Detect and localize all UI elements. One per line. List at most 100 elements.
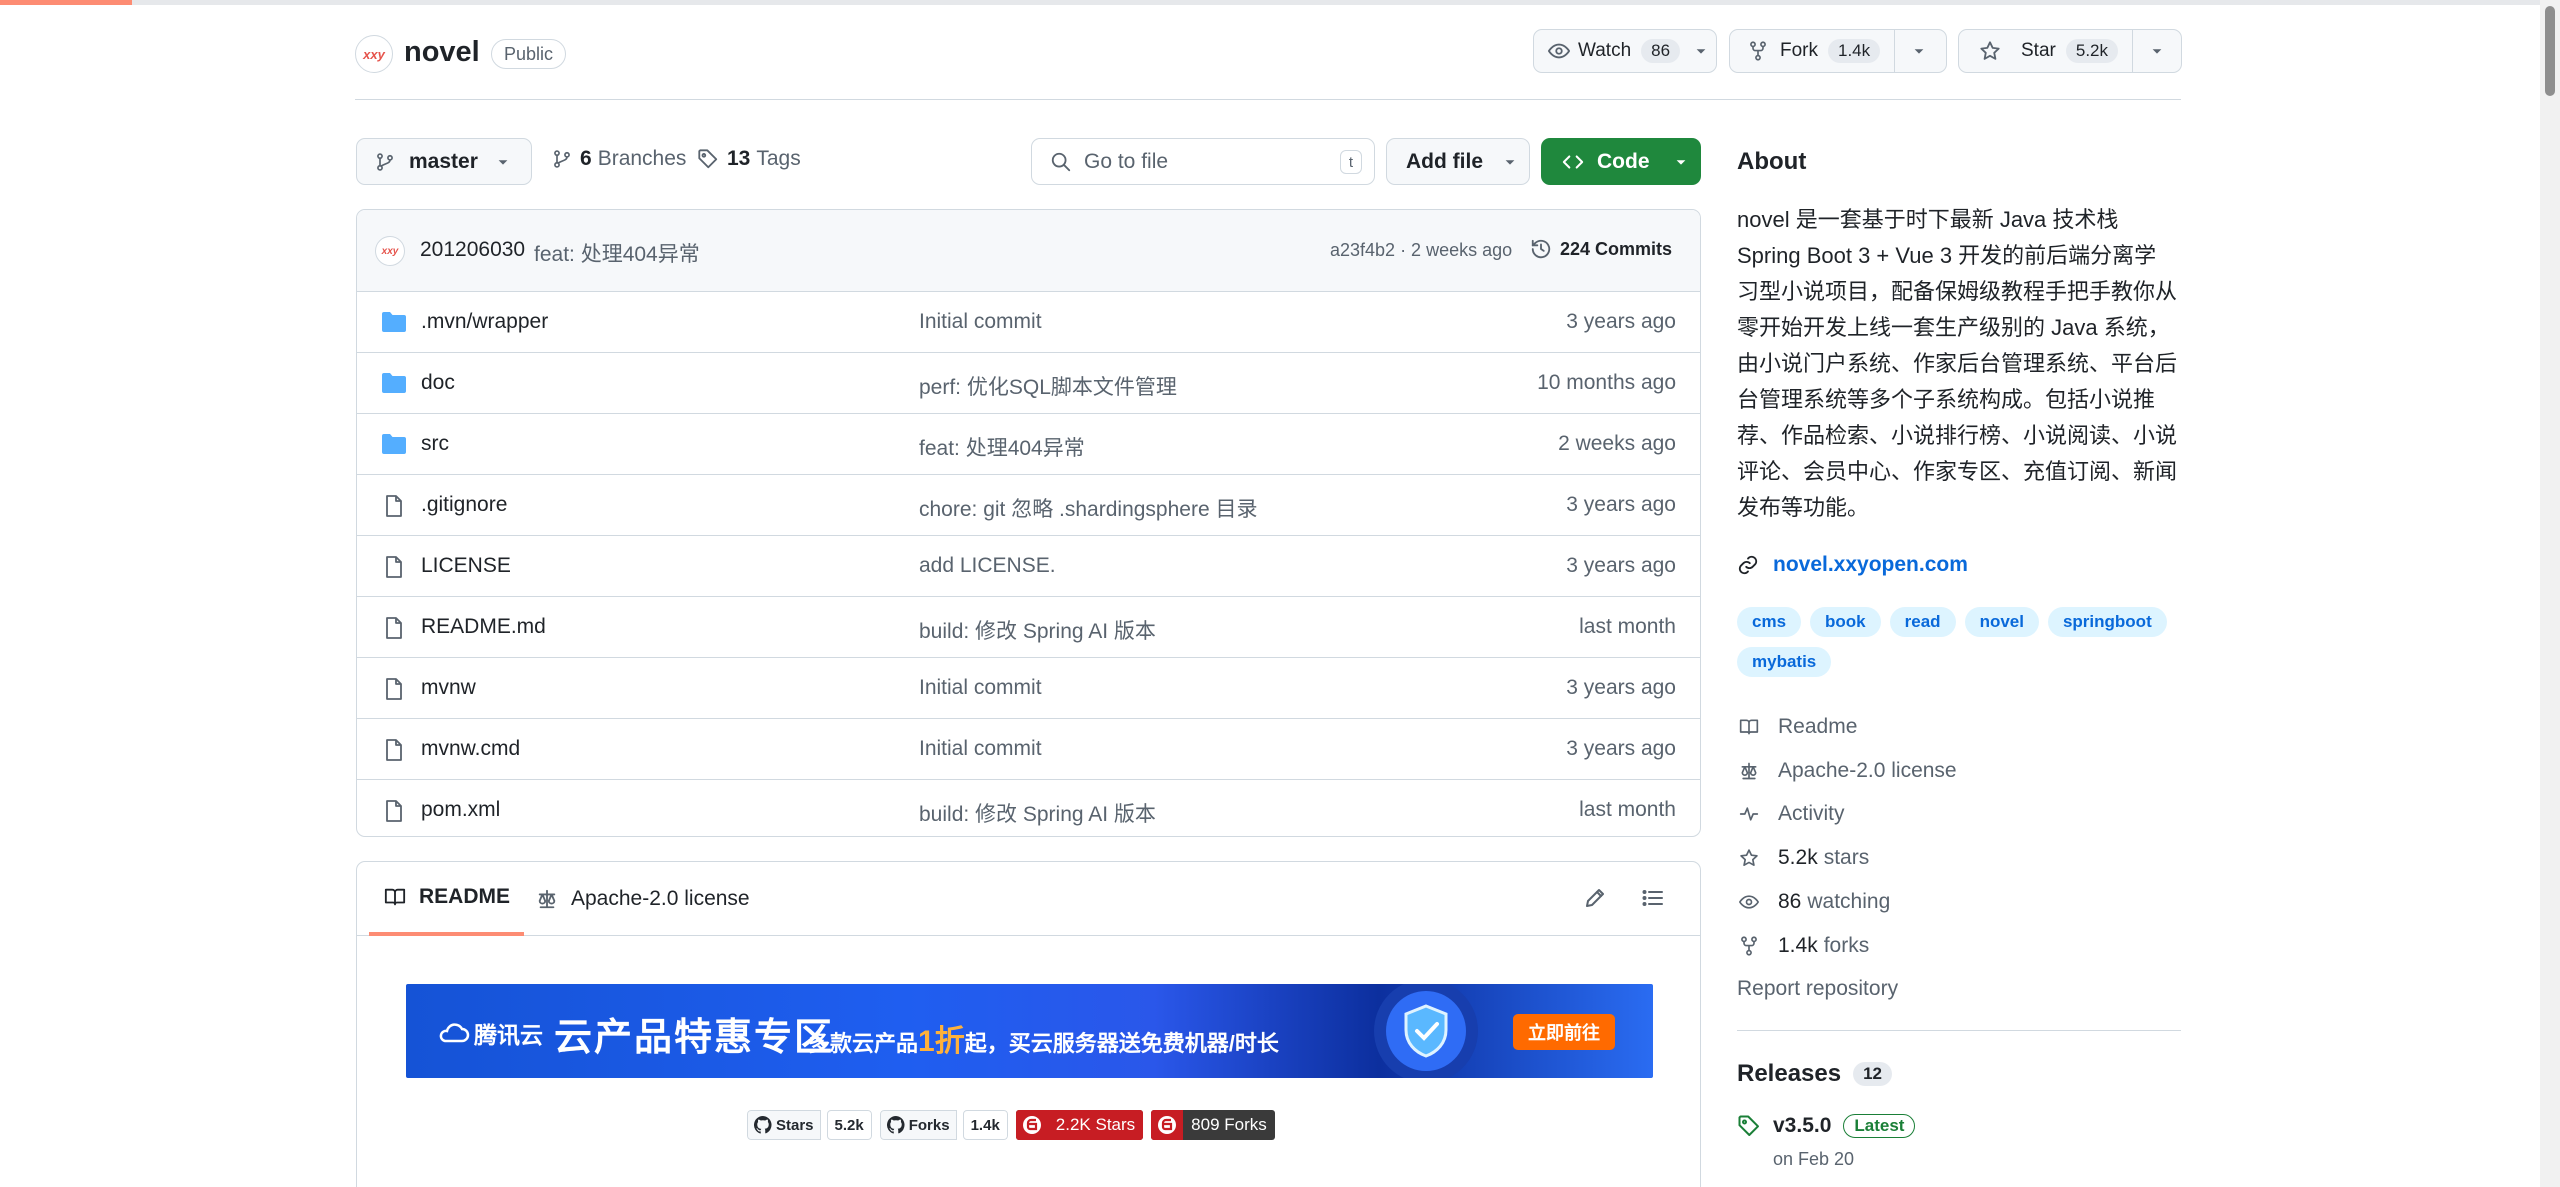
file-commit-time: 3 years ago bbox=[1566, 310, 1676, 333]
chevron-down-icon[interactable] bbox=[1694, 44, 1708, 58]
file-name[interactable]: src bbox=[421, 432, 449, 456]
file-icon bbox=[381, 738, 407, 762]
file-row[interactable]: pom.xml build: 修改 Spring AI 版本 last month bbox=[357, 780, 1700, 836]
branch-select-button[interactable]: master bbox=[356, 138, 532, 185]
forks-link[interactable]: 1.4k forks bbox=[1737, 934, 1869, 958]
file-name[interactable]: doc bbox=[421, 371, 455, 395]
branches-count: 6 bbox=[580, 147, 592, 170]
file-row[interactable]: mvnw Initial commit 3 years ago bbox=[357, 658, 1700, 719]
scrollbar-thumb[interactable] bbox=[2545, 6, 2555, 96]
banner-sub-prefix: 多款云产品 bbox=[808, 1031, 919, 1056]
promo-banner[interactable]: 腾讯云 云产品特惠专区 多款云产品1折起，买云服务器送免费机器/时长 立即前往 bbox=[406, 984, 1653, 1078]
star-button[interactable]: Star 5.2k bbox=[1958, 29, 2182, 73]
outline-list-icon[interactable] bbox=[1641, 886, 1665, 910]
file-commit-message[interactable]: feat: 处理404异常 bbox=[919, 432, 1085, 462]
repo-name[interactable]: novel bbox=[404, 36, 480, 69]
add-file-label: Add file bbox=[1406, 149, 1483, 173]
eye-icon bbox=[1737, 892, 1761, 912]
report-repository-label: Report repository bbox=[1737, 977, 1899, 1000]
commit-author-avatar[interactable]: xxy bbox=[375, 236, 405, 266]
file-name[interactable]: LICENSE bbox=[421, 554, 511, 578]
topic-tag[interactable]: read bbox=[1889, 607, 1956, 637]
file-name[interactable]: README.md bbox=[421, 615, 546, 639]
readme-badges: Stars 5.2k Forks 1.4k 2.2K Stars 809 For… bbox=[747, 1110, 1275, 1140]
gitee-icon bbox=[1151, 1110, 1184, 1140]
github-forks-badge[interactable]: Forks 1.4k bbox=[879, 1110, 1008, 1140]
file-commit-message[interactable]: build: 修改 Spring AI 版本 bbox=[919, 798, 1156, 828]
file-name[interactable]: .mvn/wrapper bbox=[421, 310, 548, 334]
latest-badge: Latest bbox=[1843, 1114, 1916, 1138]
file-row[interactable]: README.md build: 修改 Spring AI 版本 last mont… bbox=[357, 597, 1700, 658]
gitee-forks-label: 809 Forks bbox=[1191, 1115, 1267, 1134]
tags-link[interactable]: 13 Tags bbox=[697, 147, 801, 171]
file-row[interactable]: doc perf: 优化SQL脚本文件管理 10 months ago bbox=[357, 353, 1700, 414]
branches-link[interactable]: 6 Branches bbox=[552, 147, 686, 171]
code-button[interactable]: Code bbox=[1541, 138, 1701, 185]
tab-readme[interactable]: README bbox=[369, 862, 525, 936]
shield-illustration-icon bbox=[1374, 984, 1478, 1078]
file-row[interactable]: mvnw.cmd Initial commit 3 years ago bbox=[357, 719, 1700, 780]
fork-icon bbox=[1737, 936, 1761, 956]
file-row[interactable]: LICENSE add LICENSE. 3 years ago bbox=[357, 536, 1700, 597]
topic-tag[interactable]: novel bbox=[1964, 607, 2039, 637]
releases-heading[interactable]: Releases 12 bbox=[1737, 1060, 1893, 1088]
license-link[interactable]: Apache-2.0 license bbox=[1737, 759, 1957, 783]
gitee-forks-badge[interactable]: 809 Forks bbox=[1151, 1110, 1275, 1140]
watchers-link[interactable]: 86 watching bbox=[1737, 890, 1890, 914]
fork-options-dropdown[interactable] bbox=[1894, 29, 1942, 73]
folder-icon bbox=[381, 433, 407, 455]
file-row[interactable]: .mvn/wrapper Initial commit 3 years ago bbox=[357, 292, 1700, 353]
star-lists-dropdown[interactable] bbox=[2132, 29, 2180, 73]
go-to-file-shortcut: t bbox=[1340, 150, 1362, 174]
stars-link[interactable]: 5.2k stars bbox=[1737, 846, 1869, 870]
file-commit-time: last month bbox=[1579, 798, 1676, 821]
banner-subtitle: 多款云产品1折起，买云服务器送免费机器/时长 bbox=[808, 1016, 1279, 1060]
file-name[interactable]: mvnw.cmd bbox=[421, 737, 520, 761]
file-commit-message[interactable]: chore: git 忽略 .shardingsphere 目录 bbox=[919, 493, 1257, 523]
law-scale-icon bbox=[1737, 761, 1761, 781]
activity-link[interactable]: Activity bbox=[1737, 802, 1845, 826]
page-load-progress-track bbox=[0, 0, 2560, 5]
page-scrollbar[interactable] bbox=[2540, 0, 2560, 1187]
search-icon bbox=[1050, 151, 1072, 173]
commit-message[interactable]: feat: 处理404异常 bbox=[534, 238, 700, 268]
topic-tag[interactable]: springboot bbox=[2047, 607, 2167, 637]
file-row[interactable]: src feat: 处理404异常 2 weeks ago bbox=[357, 414, 1700, 475]
gitee-stars-badge[interactable]: 2.2K Stars bbox=[1015, 1110, 1144, 1140]
file-name[interactable]: pom.xml bbox=[421, 798, 500, 822]
file-commit-message[interactable]: Initial commit bbox=[919, 310, 1042, 334]
file-commit-message[interactable]: add LICENSE. bbox=[919, 554, 1056, 578]
topic-tag[interactable]: cms bbox=[1737, 607, 1802, 637]
github-stars-badge[interactable]: Stars 5.2k bbox=[747, 1110, 872, 1140]
fork-button[interactable]: Fork 1.4k bbox=[1729, 29, 1947, 73]
file-commit-message[interactable]: build: 修改 Spring AI 版本 bbox=[919, 615, 1156, 645]
file-commit-message[interactable]: Initial commit bbox=[919, 737, 1042, 761]
edit-pencil-icon[interactable] bbox=[1583, 886, 1607, 910]
homepage-link[interactable]: novel.xxyopen.com bbox=[1737, 553, 1968, 577]
commits-history-link[interactable]: 224 Commits bbox=[1530, 238, 1672, 260]
file-icon bbox=[381, 677, 407, 701]
topic-tag[interactable]: book bbox=[1810, 607, 1881, 637]
banner-title: 云产品特惠专区 bbox=[554, 1017, 835, 1059]
tab-license[interactable]: Apache-2.0 license bbox=[535, 862, 750, 936]
watch-button[interactable]: Watch 86 bbox=[1533, 29, 1717, 73]
add-file-button[interactable]: Add file bbox=[1386, 138, 1530, 185]
commits-count-label: 224 Commits bbox=[1560, 238, 1673, 259]
commit-author[interactable]: 201206030 bbox=[420, 238, 525, 262]
file-commit-message[interactable]: Initial commit bbox=[919, 676, 1042, 700]
banner-cta-button[interactable]: 立即前往 bbox=[1513, 1014, 1615, 1050]
readme-tabbar: README Apache-2.0 license bbox=[357, 862, 1700, 936]
repo-owner-avatar[interactable]: xxy bbox=[355, 35, 393, 73]
banner-sub-highlight: 1折 bbox=[918, 1025, 965, 1058]
file-name[interactable]: .gitignore bbox=[421, 493, 507, 517]
file-name[interactable]: mvnw bbox=[421, 676, 476, 700]
file-row[interactable]: .gitignore chore: git 忽略 .shardingsphere … bbox=[357, 475, 1700, 536]
topic-tag[interactable]: mybatis bbox=[1737, 647, 1832, 677]
report-repository-link[interactable]: Report repository bbox=[1737, 977, 1898, 1001]
latest-release-link[interactable]: v3.5.0 Latest bbox=[1737, 1114, 1916, 1138]
go-to-file-input[interactable]: Go to file t bbox=[1031, 138, 1375, 185]
chevron-down-icon bbox=[1503, 155, 1517, 169]
commit-meta[interactable]: a23f4b2 · 2 weeks ago bbox=[1330, 240, 1512, 261]
file-commit-message[interactable]: perf: 优化SQL脚本文件管理 bbox=[919, 371, 1177, 401]
readme-link[interactable]: Readme bbox=[1737, 715, 1857, 739]
